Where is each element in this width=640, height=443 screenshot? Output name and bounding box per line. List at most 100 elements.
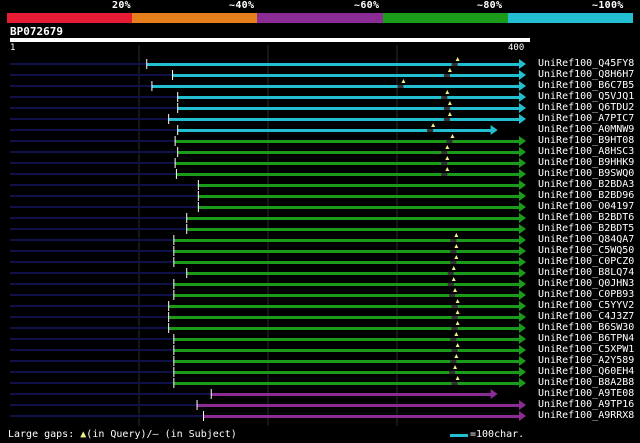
hit-label[interactable]: UniRef100_Q6TDU2	[538, 103, 634, 113]
hit-bar	[168, 118, 521, 121]
hit-bar	[177, 107, 520, 110]
hit-label[interactable]: UniRef100_B2BDT6	[538, 213, 634, 223]
hit-label[interactable]: UniRef100_B8LQ74	[538, 268, 634, 278]
gap-legend-subject: (in Subject)	[158, 429, 237, 440]
hit-bar	[198, 206, 520, 209]
hit-label[interactable]: UniRef100_A0MNW9	[538, 125, 634, 135]
hit-bar	[173, 261, 520, 264]
hit-end-arrow	[519, 235, 526, 245]
hit-label[interactable]: UniRef100_Q84QA7	[538, 235, 634, 245]
hit-label[interactable]: UniRef100_A8HSC3	[538, 147, 634, 157]
subject-gap-segment	[449, 371, 456, 374]
hit-end-arrow	[519, 246, 526, 256]
query-gap-marker	[445, 156, 450, 160]
hit-bar	[146, 63, 521, 66]
subject-gap-segment	[397, 85, 404, 88]
hit-label[interactable]: UniRef100_Q8H6H7	[538, 70, 634, 80]
hit-label[interactable]: UniRef100_B6C7B5	[538, 81, 634, 91]
hit-end-arrow	[490, 125, 498, 135]
hit-label[interactable]: UniRef100_B2BDA3	[538, 180, 634, 190]
hit-label[interactable]: UniRef100_C5WQ50	[538, 246, 634, 256]
hit-bar	[186, 217, 521, 220]
hit-label[interactable]: UniRef100_A2Y589	[538, 356, 634, 366]
scale-key-bar	[450, 434, 468, 437]
subject-gap-segment	[451, 63, 458, 66]
hit-bar	[168, 305, 521, 308]
hit-label[interactable]: UniRef100_B9HT08	[538, 136, 634, 146]
subject-gap-segment	[451, 316, 458, 319]
hit-label[interactable]: UniRef100_A9TE08	[538, 389, 634, 399]
query-gap-marker	[455, 321, 460, 325]
hit-label[interactable]: UniRef100_C5XPW1	[538, 345, 634, 355]
hit-end-arrow	[519, 70, 526, 80]
hit-end-arrow	[519, 323, 526, 333]
hit-bar	[211, 393, 492, 396]
hit-label[interactable]: UniRef100_B9HHK9	[538, 158, 634, 168]
hit-end-arrow	[519, 312, 526, 322]
hit-bar	[198, 195, 520, 198]
subject-gap-segment	[451, 382, 458, 385]
hit-label[interactable]: UniRef100_B2BDT5	[538, 224, 634, 234]
hit-label[interactable]: UniRef100_A9TP16	[538, 400, 634, 410]
hit-end-arrow	[519, 334, 526, 344]
hit-bar	[186, 228, 521, 231]
query-gap-marker	[431, 123, 436, 127]
subject-gap-segment	[450, 239, 457, 242]
query-gap-marker	[450, 134, 455, 138]
hit-bar	[173, 294, 520, 297]
hit-bar	[173, 250, 520, 253]
hit-label[interactable]: UniRef100_A9RRX8	[538, 411, 634, 421]
hit-label[interactable]: UniRef100_Q0JHN3	[538, 279, 634, 289]
hit-end-arrow	[519, 268, 526, 278]
hit-label[interactable]: UniRef100_Q45FY8	[538, 59, 634, 69]
hit-label[interactable]: UniRef100_A7PIC7	[538, 114, 634, 124]
hit-label[interactable]: UniRef100_B6TPN4	[538, 334, 634, 344]
query-gap-marker	[455, 57, 460, 61]
hit-bar	[173, 338, 520, 341]
subject-gap-segment	[450, 261, 457, 264]
subject-gap-segment	[441, 96, 448, 99]
hit-end-arrow	[519, 114, 526, 124]
query-gap-marker	[455, 310, 460, 314]
subject-gap-segment	[443, 107, 450, 110]
query-gap-marker	[454, 255, 459, 259]
hit-bar	[168, 327, 521, 330]
subject-gap-segment	[450, 338, 457, 341]
hit-end-arrow	[519, 81, 526, 91]
query-gap-marker	[447, 68, 452, 72]
hit-end-arrow	[519, 257, 526, 267]
hit-bar	[186, 272, 521, 275]
hit-end-arrow	[519, 158, 526, 168]
hit-bar	[175, 140, 520, 143]
hit-end-arrow	[519, 92, 526, 102]
hit-label[interactable]: UniRef100_Q60EH4	[538, 367, 634, 377]
query-gap-marker	[454, 332, 459, 336]
gap-legend-query: (in Query)/	[86, 429, 153, 440]
hit-end-arrow	[519, 180, 526, 190]
hit-label[interactable]: UniRef100_C0PB93	[538, 290, 634, 300]
hit-end-arrow	[519, 345, 526, 355]
subject-gap-segment	[451, 305, 458, 308]
hit-bar	[203, 415, 520, 418]
hit-label[interactable]: UniRef100_B2BD96	[538, 191, 634, 201]
hit-label[interactable]: UniRef100_C5YYV2	[538, 301, 634, 311]
hit-bar	[173, 283, 520, 286]
subject-gap-segment	[446, 140, 453, 143]
subject-gap-segment	[441, 173, 448, 176]
subject-gap-segment	[427, 129, 434, 132]
hit-end-arrow	[519, 224, 526, 234]
hit-label[interactable]: UniRef100_B8A2B8	[538, 378, 634, 388]
hit-label[interactable]: UniRef100_C4J3Z7	[538, 312, 634, 322]
scale-key-label: =100char.	[470, 429, 525, 440]
hit-label[interactable]: UniRef100_B9SWQ0	[538, 169, 634, 179]
hit-bar	[173, 239, 520, 242]
hit-label[interactable]: UniRef100_Q5VJQ1	[538, 92, 634, 102]
hit-label[interactable]: UniRef100_O04197	[538, 202, 634, 212]
subject-gap-segment	[451, 349, 458, 352]
hit-label[interactable]: UniRef100_C0PCZ0	[538, 257, 634, 267]
query-gap-marker	[401, 79, 406, 83]
hit-label[interactable]: UniRef100_B6SW30	[538, 323, 634, 333]
gap-legend-prefix: Large gaps:	[8, 429, 75, 440]
hit-end-arrow	[519, 367, 526, 377]
hit-end-arrow	[519, 103, 526, 113]
